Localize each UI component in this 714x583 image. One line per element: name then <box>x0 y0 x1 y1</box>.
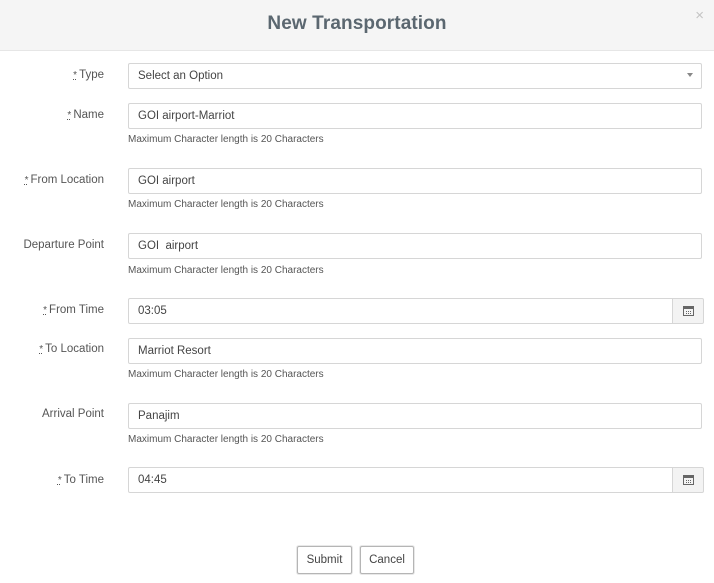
calendar-icon <box>683 475 694 485</box>
from-location-value: GOI airport <box>138 175 195 187</box>
arrival-point-value: Panajim <box>138 410 180 422</box>
departure-point-help-text: Maximum Character length is 20 Character… <box>128 265 324 276</box>
type-label: * Type <box>73 69 104 81</box>
from-location-input[interactable]: GOI airport <box>128 168 702 194</box>
from-location-label: * From Location <box>24 174 104 186</box>
departure-point-input[interactable]: GOI airport <box>128 233 702 259</box>
from-time-label: * From Time <box>43 304 104 316</box>
to-location-input[interactable]: Marriot Resort <box>128 338 702 364</box>
calendar-icon <box>683 306 694 316</box>
from-location-help-text: Maximum Character length is 20 Character… <box>128 199 324 210</box>
name-input-value: GOI airport-Marriot <box>138 110 235 122</box>
new-transportation-modal: New Transportation × * Type Select an Opt… <box>0 0 714 583</box>
chevron-down-icon <box>687 73 693 77</box>
submit-button[interactable]: Submit <box>297 546 352 574</box>
close-icon[interactable]: × <box>695 8 704 24</box>
required-marker: * <box>39 344 44 355</box>
to-location-help-text: Maximum Character length is 20 Character… <box>128 369 324 380</box>
required-marker: * <box>24 175 29 186</box>
type-select[interactable]: Select an Option <box>128 63 702 89</box>
required-marker: * <box>43 305 48 316</box>
modal-title: New Transportation <box>267 13 447 34</box>
to-location-value: Marriot Resort <box>138 345 211 357</box>
departure-point-label: Departure Point <box>23 239 104 251</box>
name-help-text: Maximum Character length is 20 Character… <box>128 134 324 145</box>
to-time-value: 04:45 <box>138 474 167 486</box>
to-time-input[interactable]: 04:45 <box>128 467 673 493</box>
required-marker: * <box>73 70 78 81</box>
modal-header: New Transportation × <box>0 0 714 51</box>
to-location-label: * To Location <box>39 343 104 355</box>
from-time-input[interactable]: 03:05 <box>128 298 673 324</box>
to-time-label: * To Time <box>57 474 104 486</box>
departure-point-value: GOI airport <box>138 240 199 252</box>
required-marker: * <box>57 475 62 486</box>
from-time-value: 03:05 <box>138 305 167 317</box>
arrival-point-help-text: Maximum Character length is 20 Character… <box>128 434 324 445</box>
name-input[interactable]: GOI airport-Marriot <box>128 103 702 129</box>
to-time-calendar-button[interactable] <box>672 467 704 493</box>
cancel-button[interactable]: Cancel <box>360 546 414 574</box>
arrival-point-label: Arrival Point <box>42 408 104 420</box>
required-marker: * <box>67 110 72 121</box>
arrival-point-input[interactable]: Panajim <box>128 403 702 429</box>
name-label: * Name <box>67 109 104 121</box>
from-time-calendar-button[interactable] <box>672 298 704 324</box>
type-select-value: Select an Option <box>138 70 224 82</box>
